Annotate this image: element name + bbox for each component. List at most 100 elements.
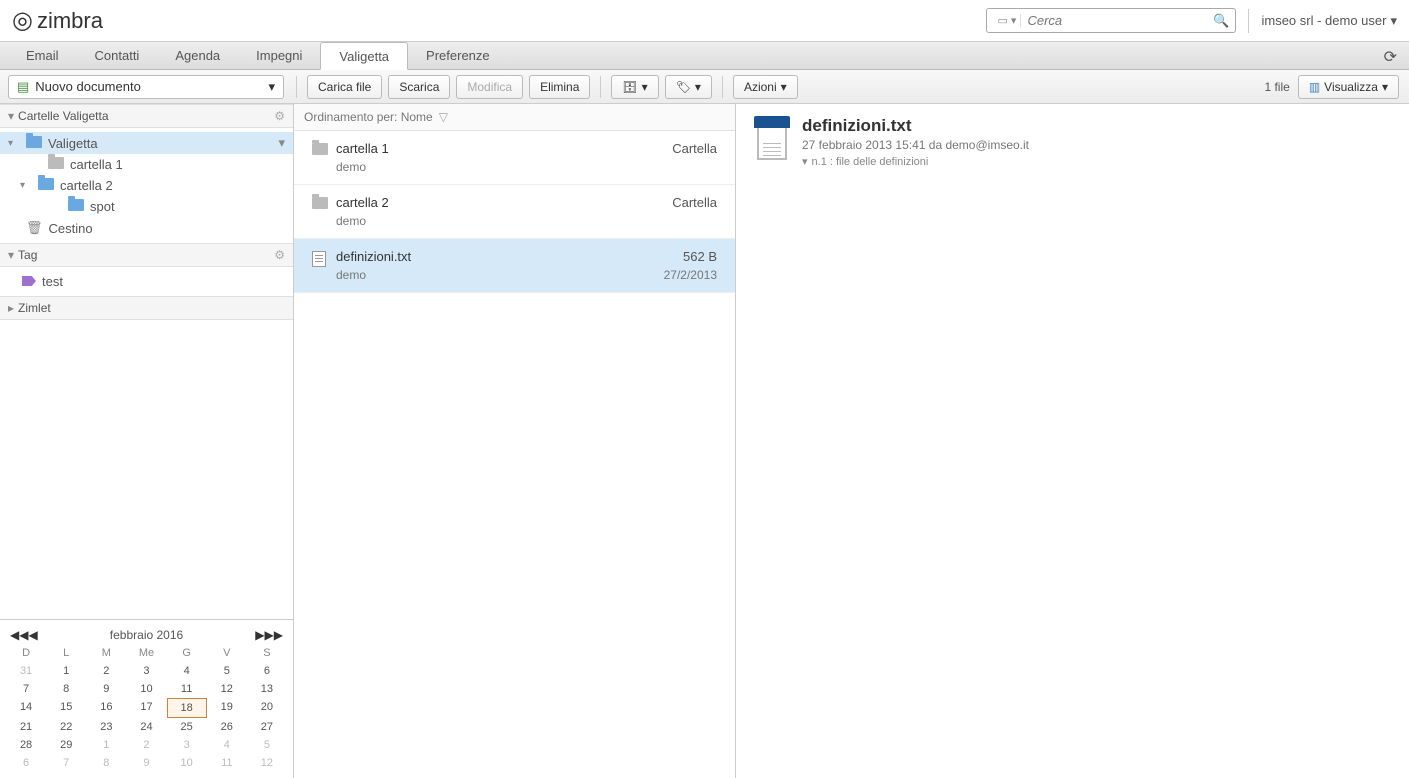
tab-valigetta[interactable]: Valigetta [320,42,408,70]
logo: ◎ zimbra [12,6,103,35]
tree-item-trash[interactable]: 🗑 Cestino [0,217,293,239]
file-row[interactable]: cartella 1demoCartella [294,131,735,185]
tree-item-valigetta[interactable]: ▾ Valigetta ▾ [0,132,293,154]
calendar-day[interactable]: 17 [126,698,166,718]
calendar-day[interactable]: 7 [6,680,46,698]
chevron-down-icon: ▾ [695,80,701,94]
tree-item-cartella1[interactable]: cartella 1 [0,154,293,175]
calendar-day[interactable]: 5 [207,662,247,680]
file-row[interactable]: cartella 2demoCartella [294,185,735,239]
upload-button[interactable]: Carica file [307,75,382,99]
calendar-day[interactable]: 9 [126,754,166,772]
calendar-dow: D [6,644,46,662]
calendar-day[interactable]: 14 [6,698,46,718]
calendar-day[interactable]: 13 [247,680,287,698]
toolbar-separator [600,76,601,98]
tab-email[interactable]: Email [8,42,77,69]
gear-icon[interactable]: ⚙ [274,248,285,262]
download-button[interactable]: Scarica [388,75,450,99]
file-row[interactable]: definizioni.txtdemo562 B27/2/2013 [294,239,735,293]
search-icon[interactable]: 🔍 [1213,13,1229,29]
file-type: Cartella [672,195,717,210]
sort-arrow-icon: ▽ [439,110,448,124]
calendar-day[interactable]: 10 [167,754,207,772]
search-input[interactable] [1021,11,1213,30]
calendar-day[interactable]: 31 [6,662,46,680]
edit-button[interactable]: Modifica [456,75,523,99]
calendar-day[interactable]: 24 [126,718,166,736]
search-type-selector[interactable]: ▭ ▾ [993,14,1021,27]
calendar-day[interactable]: 26 [207,718,247,736]
preview-version[interactable]: ▾ n.1 : file delle definizioni [802,155,1029,168]
folder-icon [312,197,328,209]
chevron-down-icon: ▾ [802,155,808,168]
calendar-day[interactable]: 4 [167,662,207,680]
sort-header[interactable]: Ordinamento per: Nome ▽ [294,104,735,131]
app-header: ◎ zimbra ▭ ▾ 🔍 imseo srl - demo user ▾ [0,0,1409,42]
tree-item-cartella2[interactable]: ▾ cartella 2 [0,175,293,196]
section-zimlets-header[interactable]: ▸ Zimlet [0,296,293,320]
calendar-day[interactable]: 6 [6,754,46,772]
calendar-day[interactable]: 23 [86,718,126,736]
new-document-button[interactable]: ▤ Nuovo documento ▾ [8,75,284,99]
brand-text: zimbra [37,8,103,34]
folder-tree: ▾ Valigetta ▾ cartella 1 ▾ cartella 2 sp… [0,128,293,243]
tag-button[interactable]: 🏷▾ [665,75,712,99]
calendar-day[interactable]: 4 [207,736,247,754]
actions-button[interactable]: Azioni ▾ [733,75,798,99]
chevron-down-icon: ▾ [8,109,14,123]
calendar-day[interactable]: 3 [167,736,207,754]
section-tags-label: Tag [18,248,37,262]
prev-year-icon[interactable]: ◀◀ [10,628,28,642]
calendar-day[interactable]: 10 [126,680,166,698]
calendar-day[interactable]: 16 [86,698,126,718]
calendar-day[interactable]: 28 [6,736,46,754]
calendar-day[interactable]: 9 [86,680,126,698]
calendar-day[interactable]: 8 [46,680,86,698]
calendar-day[interactable]: 12 [247,754,287,772]
calendar-day[interactable]: 12 [207,680,247,698]
calendar-day[interactable]: 15 [46,698,86,718]
tag-tree: test [0,267,293,296]
section-folders-header[interactable]: ▾ Cartelle Valigetta ⚙ [0,104,293,128]
calendar-day[interactable]: 7 [46,754,86,772]
delete-button[interactable]: Elimina [529,75,590,99]
calendar-day[interactable]: 2 [126,736,166,754]
calendar-day[interactable]: 2 [86,662,126,680]
chevron-down-icon[interactable]: ▾ [278,135,285,151]
user-menu[interactable]: imseo srl - demo user ▾ [1261,13,1397,29]
gear-icon[interactable]: ⚙ [274,109,285,123]
sort-label: Ordinamento per: Nome [304,110,433,124]
tab-impegni[interactable]: Impegni [238,42,320,69]
calendar-day[interactable]: 1 [86,736,126,754]
calendar-day[interactable]: 21 [6,718,46,736]
prev-month-icon[interactable]: ◀ [28,628,37,642]
tree-item-tag-test[interactable]: test [0,271,293,292]
refresh-icon[interactable]: ⟳ [1384,47,1397,67]
calendar-day[interactable]: 8 [86,754,126,772]
move-button[interactable]: 🗄▾ [611,75,658,99]
calendar-day[interactable]: 6 [247,662,287,680]
tree-item-spot[interactable]: spot [0,196,293,217]
calendar-day[interactable]: 11 [167,680,207,698]
calendar-day[interactable]: 25 [167,718,207,736]
next-year-icon[interactable]: ▶▶ [265,628,283,642]
tab-contatti[interactable]: Contatti [77,42,158,69]
calendar-day[interactable]: 1 [46,662,86,680]
calendar-day[interactable]: 27 [247,718,287,736]
calendar-day[interactable]: 19 [207,698,247,718]
calendar-day[interactable]: 3 [126,662,166,680]
file-name: definizioni.txt [336,249,664,264]
calendar-day[interactable]: 29 [46,736,86,754]
calendar-day[interactable]: 22 [46,718,86,736]
next-month-icon[interactable]: ▶ [255,628,264,642]
calendar-day[interactable]: 11 [207,754,247,772]
tab-preferenze[interactable]: Preferenze [408,42,508,69]
calendar-day[interactable]: 5 [247,736,287,754]
calendar-day[interactable]: 18 [167,698,207,718]
section-tags-header[interactable]: ▾ Tag ⚙ [0,243,293,267]
calendar-day[interactable]: 20 [247,698,287,718]
tab-agenda[interactable]: Agenda [157,42,238,69]
view-button[interactable]: ▥ Visualizza ▾ [1298,75,1399,99]
search-box[interactable]: ▭ ▾ 🔍 [986,8,1236,33]
